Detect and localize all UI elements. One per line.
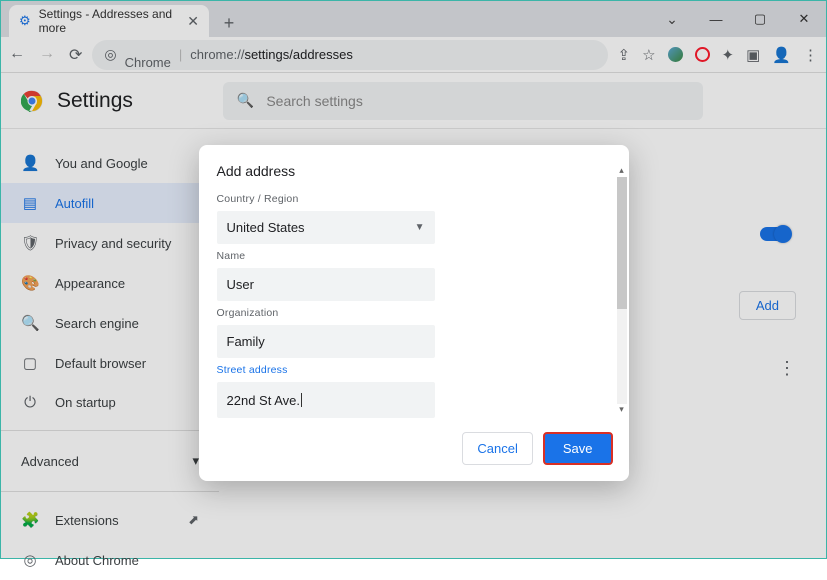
cancel-button[interactable]: Cancel: [462, 432, 532, 465]
save-button[interactable]: Save: [543, 432, 613, 465]
scroll-up-icon[interactable]: ▴: [619, 165, 624, 177]
dropdown-triangle-icon: ▼: [415, 222, 425, 233]
country-label: Country / Region: [217, 193, 617, 205]
add-address-dialog: Add address Country / Region United Stat…: [199, 145, 629, 481]
modal-overlay: Add address Country / Region United Stat…: [1, 1, 826, 558]
street-address-input[interactable]: 22nd St Ave.: [217, 382, 435, 418]
country-select[interactable]: United States ▼: [217, 211, 435, 244]
dialog-scrollbar[interactable]: ▴ ▾: [617, 163, 629, 418]
name-label: Name: [217, 250, 617, 262]
dialog-title: Add address: [217, 163, 617, 179]
name-input[interactable]: User: [217, 268, 435, 301]
organization-label: Organization: [217, 307, 617, 319]
organization-input[interactable]: Family: [217, 325, 435, 358]
scroll-down-icon[interactable]: ▾: [619, 404, 624, 416]
scrollbar-thumb[interactable]: [617, 177, 627, 309]
street-address-label: Street address: [217, 364, 617, 376]
